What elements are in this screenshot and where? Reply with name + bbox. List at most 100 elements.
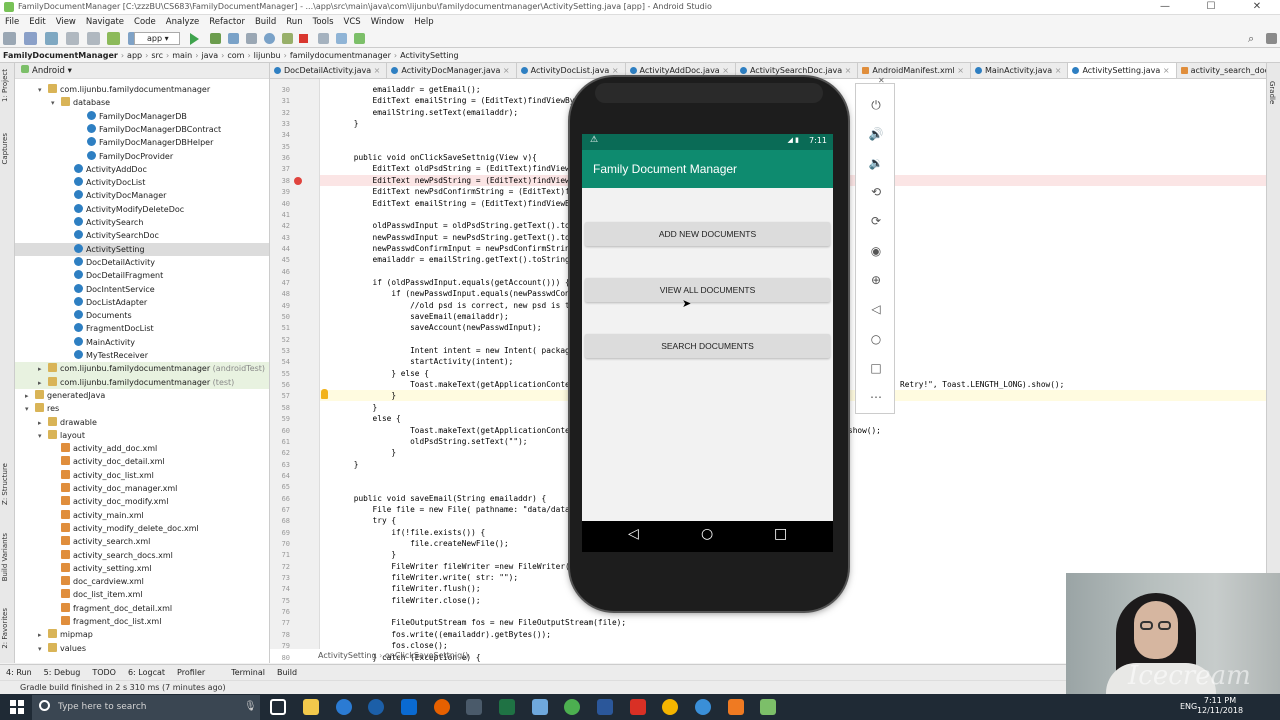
tree-item[interactable]: doc_list_item.xml: [15, 588, 269, 601]
sync-icon[interactable]: [44, 32, 58, 45]
search-icon[interactable]: ⌕: [1248, 32, 1254, 46]
attach-debugger-icon[interactable]: [246, 33, 257, 44]
breadcrumb-item[interactable]: src: [148, 48, 166, 62]
editor-tab[interactable]: ActivityDocManager.java ×: [387, 63, 517, 78]
menu-item-analyze[interactable]: Analyze: [161, 15, 205, 30]
tree-item[interactable]: ActivitySearchDoc: [15, 229, 269, 242]
close-tab-icon[interactable]: ×: [371, 66, 381, 75]
tree-item[interactable]: ActivityModifyDeleteDoc: [15, 203, 269, 216]
menu-item-view[interactable]: View: [51, 15, 81, 30]
firefox-icon[interactable]: [434, 699, 450, 715]
editor-tab[interactable]: ActivitySetting.java ×: [1068, 63, 1177, 78]
app-icon[interactable]: [728, 699, 744, 715]
tree-item[interactable]: ▾ database: [15, 96, 269, 110]
volume-down-icon[interactable]: 🔉: [868, 156, 884, 170]
tree-item[interactable]: activity_doc_manager.xml: [15, 482, 269, 495]
app-icon[interactable]: [695, 699, 711, 715]
apply-changes-icon[interactable]: [264, 33, 275, 44]
windows-start-icon[interactable]: [10, 700, 24, 714]
app-icon[interactable]: [368, 699, 384, 715]
tree-item[interactable]: fragment_doc_list.xml: [15, 615, 269, 628]
tree-item[interactable]: activity_doc_list.xml: [15, 469, 269, 482]
menu-item-help[interactable]: Help: [409, 15, 438, 30]
favorites-tool-tab[interactable]: 2: Favorites: [1, 608, 9, 649]
close-tab-icon[interactable]: ×: [842, 66, 852, 75]
project-view-selector[interactable]: Android ▾: [15, 63, 269, 79]
back-icon[interactable]: ◁: [868, 302, 884, 316]
tree-item[interactable]: FamilyDocManagerDB: [15, 110, 269, 123]
editor-tab[interactable]: activity_search_docs.xml ×: [1177, 63, 1266, 78]
menu-item-navigate[interactable]: Navigate: [81, 15, 129, 30]
tree-item[interactable]: ▸ mipmap: [15, 628, 269, 642]
build-variants-tool-tab[interactable]: Build Variants: [1, 533, 9, 581]
home-icon[interactable]: ○: [701, 526, 713, 542]
chevron-down-icon[interactable]: ▾: [51, 97, 61, 110]
menu-item-build[interactable]: Build: [250, 15, 281, 30]
tree-item[interactable]: DocDetailActivity: [15, 256, 269, 269]
bottom-tool-tab[interactable]: 6: Logcat: [122, 665, 171, 680]
run-config-dropdown[interactable]: app ▾: [134, 32, 180, 45]
bottom-tool-tab[interactable]: TODO: [86, 665, 122, 680]
chevron-down-icon[interactable]: ▾: [25, 403, 35, 416]
tree-item[interactable]: activity_doc_modify.xml: [15, 495, 269, 508]
close-tab-icon[interactable]: ×: [500, 66, 510, 75]
app-icon[interactable]: [532, 699, 548, 715]
file-explorer-icon[interactable]: [303, 699, 319, 715]
tree-item[interactable]: fragment_doc_detail.xml: [15, 602, 269, 615]
bottom-tool-tab[interactable]: 4: Run: [0, 665, 38, 680]
volume-up-icon[interactable]: 🔊: [868, 127, 884, 141]
tree-item[interactable]: DocListAdapter: [15, 296, 269, 309]
open-icon[interactable]: [3, 32, 16, 45]
tree-item[interactable]: FamilyDocManagerDBContract: [15, 123, 269, 136]
gradle-sync-icon[interactable]: [318, 33, 329, 44]
tree-item[interactable]: activity_setting.xml: [15, 562, 269, 575]
tree-item[interactable]: ▾ layout: [15, 429, 269, 442]
back-icon[interactable]: ◁: [628, 526, 639, 542]
excel-icon[interactable]: [499, 699, 515, 715]
captures-tool-tab[interactable]: Captures: [1, 133, 9, 164]
debug-icon[interactable]: [210, 33, 221, 44]
project-tool-tab[interactable]: 1: Project: [1, 69, 9, 102]
emulator-close-icon[interactable]: ✕: [878, 76, 885, 85]
microphone-icon[interactable]: 🎙: [244, 701, 257, 712]
tree-item[interactable]: MyTestReceiver: [15, 349, 269, 362]
tree-item[interactable]: ▾ values: [15, 642, 269, 655]
task-view-icon[interactable]: [270, 699, 286, 715]
chevron-right-icon[interactable]: ▸: [38, 629, 48, 642]
tree-item[interactable]: ▸ com.lijunbu.familydocumentmanager (test…: [15, 375, 269, 390]
tree-item[interactable]: ActivityAddDoc: [15, 163, 269, 176]
breadcrumb-item[interactable]: lijunbu: [251, 48, 284, 62]
bottom-tool-tab[interactable]: Terminal: [225, 665, 271, 680]
menu-item-window[interactable]: Window: [366, 15, 410, 30]
breadcrumb-item[interactable]: FamilyDocumentManager: [0, 48, 121, 62]
layout-icon[interactable]: [1266, 33, 1277, 44]
tree-item[interactable]: activity_main.xml: [15, 509, 269, 522]
chevron-right-icon[interactable]: ▸: [38, 417, 48, 430]
menu-item-tools[interactable]: Tools: [308, 15, 339, 30]
edge-icon[interactable]: [336, 699, 352, 715]
sdk-manager-icon[interactable]: [354, 33, 365, 44]
tree-item[interactable]: FragmentDocList: [15, 322, 269, 335]
search-documents-button[interactable]: SEARCH DOCUMENTS: [585, 334, 830, 358]
emulator-screen[interactable]: ⚠ ◢ ▮ 7:11 Family Document Manager ADD N…: [582, 134, 833, 552]
profile-icon[interactable]: [228, 33, 239, 44]
tree-item[interactable]: MainActivity: [15, 336, 269, 349]
tree-item[interactable]: ▾ com.lijunbu.familydocumentmanager: [15, 83, 269, 97]
bottom-tool-tab[interactable]: Build: [271, 665, 303, 680]
tree-item[interactable]: ▸ generatedJava: [15, 389, 269, 402]
breadcrumb-item[interactable]: com: [224, 48, 247, 62]
chevron-right-icon[interactable]: ▸: [38, 377, 48, 390]
minimize-button[interactable]: —: [1142, 0, 1188, 15]
close-tab-icon[interactable]: ×: [609, 66, 619, 75]
camera-icon[interactable]: ◉: [868, 244, 884, 258]
close-button[interactable]: ✕: [1234, 0, 1280, 15]
gradle-tool-tab[interactable]: Gradle: [1268, 81, 1276, 104]
close-tab-icon[interactable]: ×: [1052, 66, 1062, 75]
tree-item[interactable]: activity_add_doc.xml: [15, 442, 269, 455]
structure-tool-tab[interactable]: Z: Structure: [1, 463, 9, 505]
word-icon[interactable]: [597, 699, 613, 715]
outlook-icon[interactable]: [401, 699, 417, 715]
stop-icon[interactable]: [299, 34, 308, 43]
overview-icon[interactable]: □: [868, 361, 884, 375]
chevron-down-icon[interactable]: ▾: [38, 84, 48, 97]
